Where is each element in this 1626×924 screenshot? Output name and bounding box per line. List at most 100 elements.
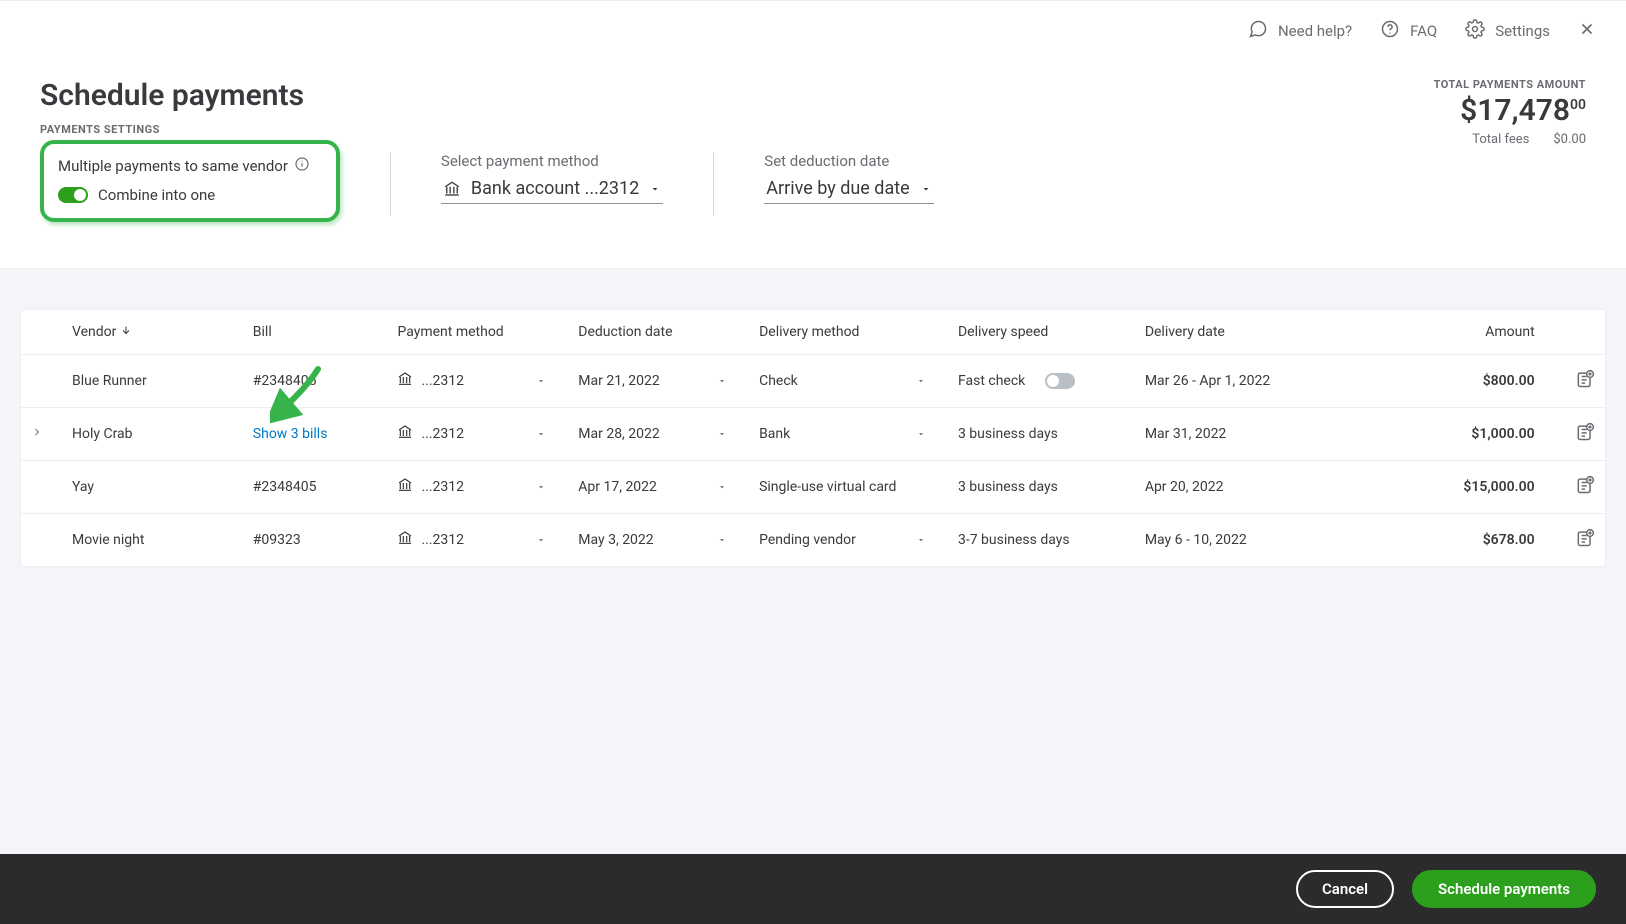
payments-settings-label: PAYMENTS SETTINGS [40,123,1586,136]
delivery-speed-cell: Fast check [948,355,1135,408]
add-note-icon[interactable] [1575,422,1595,442]
need-help-button[interactable]: Need help? [1248,19,1352,43]
totals-panel: TOTAL PAYMENTS AMOUNT $17,47800 Total fe… [1434,78,1586,147]
vendor-cell: Holy Crab [62,408,243,461]
vendor-column-header[interactable]: Vendor [62,310,243,355]
table-row: Holy Crab Show 3 bills ...2312 Mar 28, 2022… [21,408,1605,461]
select-payment-method-label: Select payment method [441,152,663,170]
row-deduction-date-select[interactable]: Mar 21, 2022 [578,373,739,389]
deduction-date-column-header[interactable]: Deduction date [568,310,749,355]
delivery-date-cell: Mar 31, 2022 [1135,408,1340,461]
divider [713,152,714,216]
vendor-cell: Movie night [62,514,243,567]
row-deduction-date-select[interactable]: May 3, 2022 [578,532,739,548]
combine-payments-panel: Multiple payments to same vendor Combine… [40,140,340,222]
chevron-down-icon [717,429,739,439]
add-note-icon[interactable] [1575,475,1595,495]
chevron-down-icon [717,376,739,386]
chevron-down-icon [536,482,558,492]
settings-button[interactable]: Settings [1465,19,1550,43]
bank-icon [443,180,461,198]
row-payment-method-select[interactable]: ...2312 [397,530,558,550]
close-icon [1578,20,1596,42]
row-deduction-date-select[interactable]: Apr 17, 2022 [578,479,739,495]
chevron-down-icon [717,482,739,492]
delivery-date-column-header[interactable]: Delivery date [1135,310,1340,355]
top-bar: Need help? FAQ Settings [0,0,1626,60]
delivery-date-cell: Apr 20, 2022 [1135,461,1340,514]
chevron-down-icon [536,376,558,386]
chevron-down-icon [916,376,938,386]
chevron-down-icon [916,535,938,545]
table-row: Yay#2348405...2312Apr 17, 2022Single-use… [21,461,1605,514]
footer-bar: Cancel Schedule payments [0,854,1626,924]
chevron-down-icon [649,183,661,195]
delivery-method-column-header[interactable]: Delivery method [749,310,948,355]
chevron-down-icon [717,535,739,545]
payment-method-select[interactable]: Bank account ...2312 [441,178,663,204]
comment-icon [1248,19,1268,43]
info-icon[interactable] [294,156,310,176]
delivery-speed-cell: 3 business days [948,408,1135,461]
faq-button[interactable]: FAQ [1380,19,1437,43]
gear-icon [1465,19,1485,43]
amount-cell: $1,000.00 [1340,408,1545,461]
deduction-date-select[interactable]: Arrive by due date [764,178,934,204]
settings-label: Settings [1495,22,1550,40]
total-fees-label: Total fees [1472,132,1529,147]
faq-label: FAQ [1410,22,1437,40]
chevron-down-icon [916,429,938,439]
amount-cell: $800.00 [1340,355,1545,408]
vendor-cell: Blue Runner [62,355,243,408]
bill-cell: #09323 [243,514,388,567]
close-button[interactable] [1578,20,1596,42]
chevron-down-icon [536,535,558,545]
table-row: Movie night#09323 ...2312 May 3, 2022 Pendi… [21,514,1605,567]
header-area: Schedule payments PAYMENTS SETTINGS TOTA… [0,60,1626,269]
delivery-speed-column-header[interactable]: Delivery speed [948,310,1135,355]
row-delivery-method-select[interactable]: Pending vendor [759,532,938,548]
page-title: Schedule payments [40,78,1586,113]
delivery-speed-cell: 3 business days [948,461,1135,514]
payments-table: Vendor Bill Payment method Deduction dat… [20,309,1606,567]
row-payment-method-select[interactable]: ...2312 [397,424,558,444]
bill-column-header[interactable]: Bill [243,310,388,355]
bank-icon [397,477,413,497]
amount-cell: $678.00 [1340,514,1545,567]
add-note-icon[interactable] [1575,528,1595,548]
chevron-down-icon [920,183,932,195]
row-deduction-date-select[interactable]: Mar 28, 2022 [578,426,739,442]
expand-row-icon[interactable] [31,426,43,442]
delivery-speed-cell: 3-7 business days [948,514,1135,567]
bank-icon [397,424,413,444]
row-payment-method-select[interactable]: ...2312 [397,371,558,391]
combine-toggle[interactable] [58,187,88,203]
row-delivery-method-select[interactable]: Bank [759,426,938,442]
need-help-label: Need help? [1278,22,1352,40]
total-payments-amount: $17,47800 [1434,93,1586,128]
row-payment-method-select[interactable]: ...2312 [397,477,558,497]
multi-vendor-label: Multiple payments to same vendor [58,157,288,175]
sort-desc-icon [120,324,132,340]
delivery-date-cell: May 6 - 10, 2022 [1135,514,1340,567]
schedule-payments-button[interactable]: Schedule payments [1412,870,1596,908]
bill-cell: #2348405 [243,461,388,514]
chevron-down-icon [536,429,558,439]
bank-icon [397,371,413,391]
question-circle-icon [1380,19,1400,43]
set-deduction-date-label: Set deduction date [764,152,934,170]
fast-check-toggle[interactable] [1045,373,1075,389]
show-bills-link[interactable]: Show 3 bills [253,426,328,442]
combine-toggle-label: Combine into one [98,186,215,204]
delivery-method-cell: Single-use virtual card [749,461,948,514]
total-fees-value: $0.00 [1553,132,1586,147]
cancel-button[interactable]: Cancel [1296,870,1394,908]
payment-method-column-header[interactable]: Payment method [387,310,568,355]
bank-icon [397,530,413,550]
amount-column-header[interactable]: Amount [1340,310,1545,355]
delivery-date-cell: Mar 26 - Apr 1, 2022 [1135,355,1340,408]
divider [390,152,391,216]
row-delivery-method-select[interactable]: Check [759,373,938,389]
add-note-icon[interactable] [1575,369,1595,389]
amount-cell: $15,000.00 [1340,461,1545,514]
